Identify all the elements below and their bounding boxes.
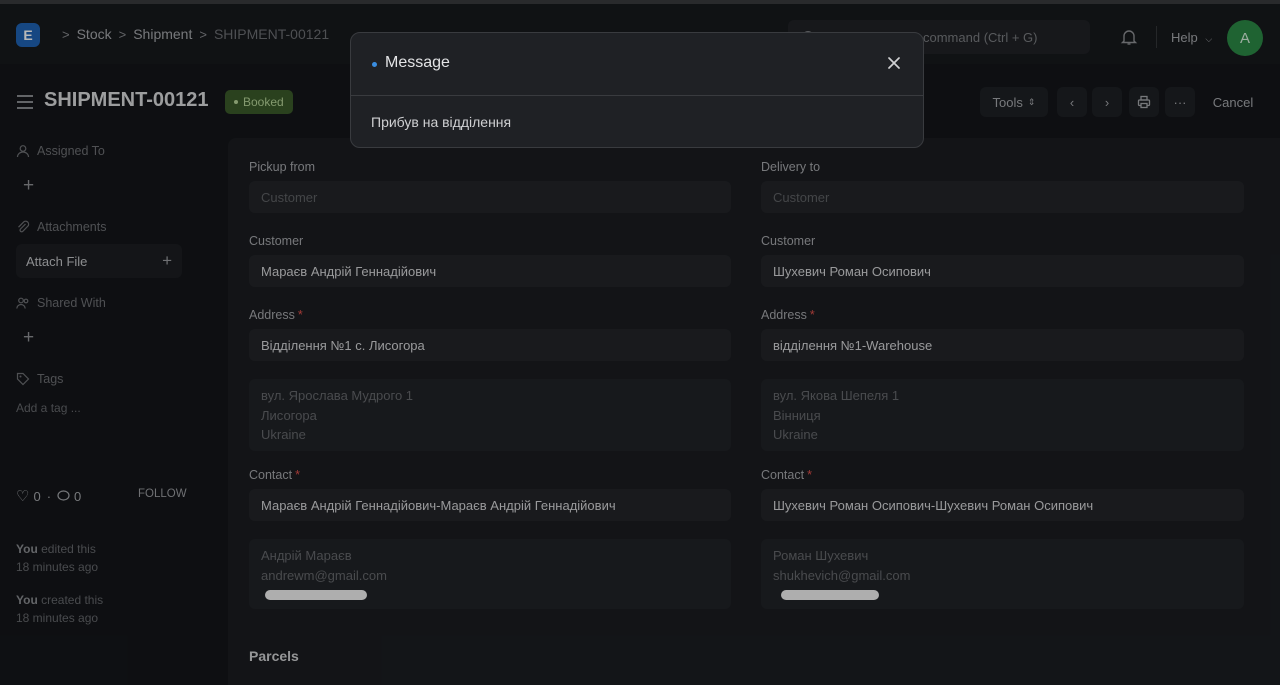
message-dialog: Message Прибув на відділення [350,32,924,148]
dialog-title: Message [385,54,450,71]
indicator-dot-icon [372,62,377,67]
dialog-message: Прибув на відділення [371,114,512,130]
close-icon[interactable] [886,55,902,71]
dialog-header: Message [351,33,923,96]
